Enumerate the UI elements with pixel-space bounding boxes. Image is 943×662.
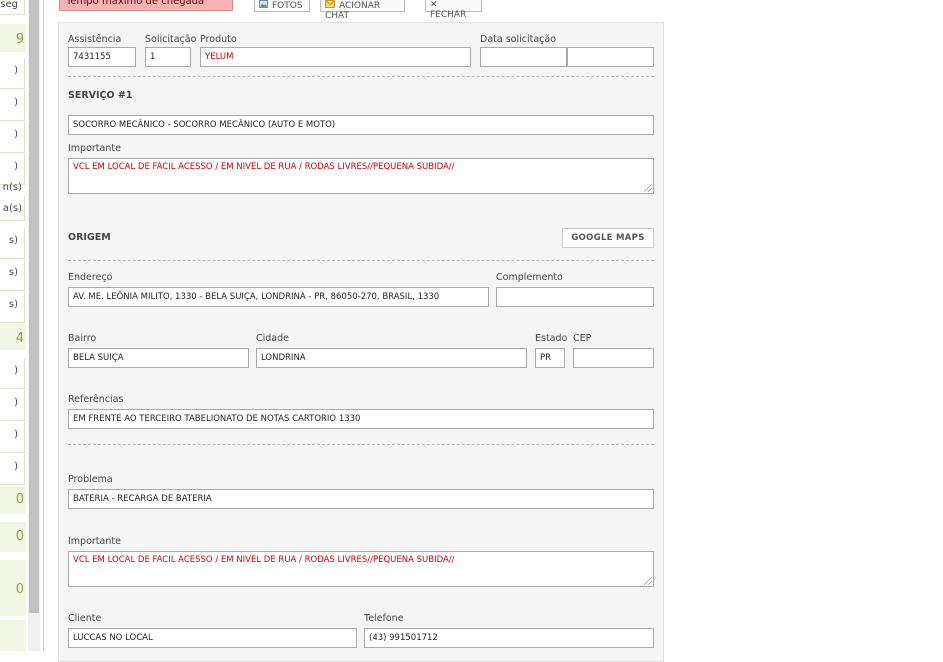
importante-textarea[interactable]: VCL EM LOCAL DE FACIL ACESSO / EM NIVEL … <box>68 158 654 194</box>
list-item[interactable]: a(s) <box>0 196 25 221</box>
solicitacao-field[interactable]: 1 <box>145 47 191 67</box>
referencias-label: Referências <box>68 394 124 405</box>
complemento-field[interactable] <box>496 287 654 307</box>
list-item[interactable]: seg <box>0 0 25 15</box>
importante-label: Importante <box>68 536 121 547</box>
bairro-label: Bairro <box>68 333 97 344</box>
fotos-button[interactable]: FOTOS <box>254 0 310 12</box>
list-item[interactable]: ) <box>0 122 25 153</box>
cliente-field[interactable]: LUCCAS NO LOCAL <box>68 628 357 648</box>
image-icon <box>259 0 268 11</box>
list-item[interactable]: s) <box>0 292 25 323</box>
importante-textarea[interactable]: VCL EM LOCAL DE FACIL ACESSO / EM NIVEL … <box>68 551 654 587</box>
envelope-icon <box>325 0 335 11</box>
cep-label: CEP <box>573 333 592 344</box>
list-item[interactable]: ) <box>0 58 25 89</box>
panel-divider <box>43 0 44 651</box>
importante-label: Importante <box>68 143 121 154</box>
data-solicitacao-label: Data solicitação <box>480 34 557 45</box>
left-list-panel: seg 9 ) ) ) ) n(s) a(s) s) s) s) 4 ) ) )… <box>0 0 26 651</box>
resize-grip-icon[interactable] <box>644 577 652 585</box>
group-header: 9 <box>0 24 26 52</box>
section-divider <box>68 76 654 77</box>
arrival-time-alert: Tempo máximo de chegada minuto(s) <box>59 0 233 11</box>
list-item[interactable]: n(s) <box>0 176 24 196</box>
resize-grip-icon[interactable] <box>644 184 652 192</box>
data-solicitacao-time-field[interactable] <box>567 47 654 67</box>
estado-field[interactable]: PR <box>535 348 565 368</box>
produto-field[interactable]: YELUM <box>200 47 471 67</box>
list-item[interactable]: s) <box>0 228 25 259</box>
section-divider <box>68 260 654 261</box>
cidade-label: Cidade <box>256 333 289 344</box>
list-item[interactable]: ) <box>0 390 25 421</box>
endereco-field[interactable]: AV. ME. LEÔNIA MILITO, 1330 - BELA SUIÇA… <box>68 287 489 307</box>
acionar-chat-button[interactable]: ACIONAR CHAT <box>320 0 405 21</box>
group-header: 4 <box>0 324 26 350</box>
cidade-field[interactable]: LONDRINA <box>256 348 527 368</box>
cliente-label: Cliente <box>68 613 102 624</box>
estado-label: Estado <box>535 333 568 344</box>
group-header: 0 <box>0 560 26 616</box>
list-item[interactable]: ) <box>0 90 25 121</box>
origem-title: ORIGEM <box>68 232 111 243</box>
telefone-label: Telefone <box>364 613 404 624</box>
servico-field[interactable]: SOCORRO MECÂNICO - SOCORRO MECÂNICO (AUT… <box>68 115 654 135</box>
group-header: 0 <box>0 486 26 514</box>
complemento-label: Complemento <box>496 272 563 283</box>
assistencia-label: Assistência <box>68 34 122 45</box>
close-icon: ✕ <box>430 0 438 10</box>
referencias-field[interactable]: EM FRENTE AO TERCEIRO TABELIONATO DE NOT… <box>68 409 654 429</box>
section-divider <box>68 444 654 445</box>
list-item[interactable]: s) <box>0 260 25 291</box>
telefone-field[interactable]: (43) 991501712 <box>364 628 654 648</box>
group-header: 0 <box>0 522 26 552</box>
problema-label: Problema <box>68 474 113 485</box>
bairro-field[interactable]: BELA SUIÇA <box>68 348 249 368</box>
solicitacao-label: Solicitação <box>145 34 197 45</box>
list-item[interactable]: ) <box>0 454 25 485</box>
endereco-label: Endereço <box>68 272 113 283</box>
problema-field[interactable]: BATERIA - RECARGA DE BATERIA <box>68 489 654 509</box>
produto-label: Produto <box>200 34 237 45</box>
data-solicitacao-date-field[interactable] <box>480 47 567 67</box>
group-header <box>0 620 26 651</box>
servico-title: SERVIÇO #1 <box>68 90 133 101</box>
list-item[interactable]: ) <box>0 358 25 389</box>
google-maps-button[interactable]: GOOGLE MAPS <box>562 228 654 248</box>
fechar-button[interactable]: ✕FECHAR <box>425 0 482 20</box>
scrollbar-thumb[interactable] <box>29 0 39 613</box>
assistencia-field[interactable]: 7431155 <box>68 47 136 67</box>
list-item[interactable]: ) <box>0 422 25 453</box>
cep-field[interactable] <box>573 348 654 368</box>
